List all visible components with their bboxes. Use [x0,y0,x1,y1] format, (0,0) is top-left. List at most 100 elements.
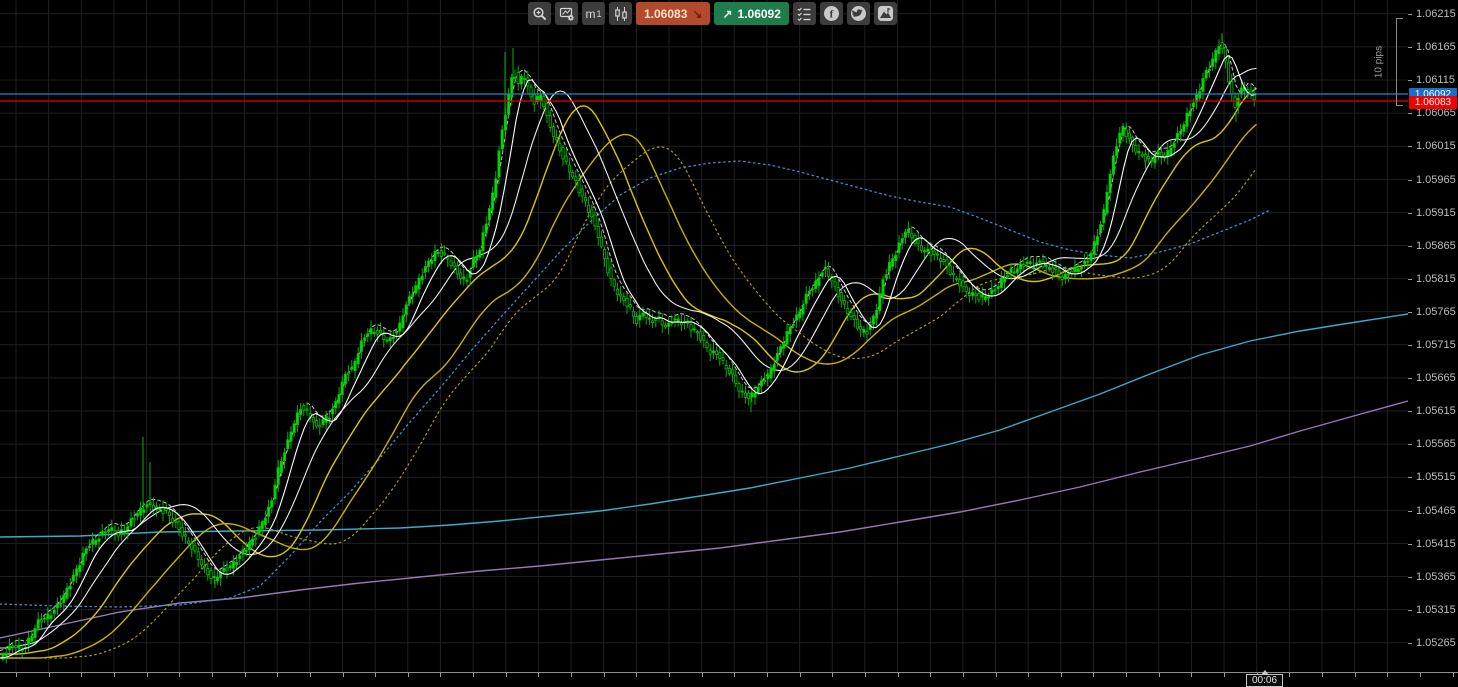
chart-settings-button[interactable] [555,2,578,25]
time-axis-tick [1159,673,1160,677]
time-axis-tick [669,673,670,677]
price-axis-label: 1.05315 [1416,604,1456,616]
magnifier-plus-icon [532,6,548,22]
ma-blue-dotted [0,161,1270,607]
trading-platform-window: 1.062151.061651.061151.060651.060151.059… [0,0,1458,687]
pips-scale-label: 10 pips [1373,46,1384,78]
price-axis-tick [1408,511,1412,512]
svg-text:f: f [830,9,834,21]
price-axis-tick [1408,444,1412,445]
price-axis-tick [1408,577,1412,578]
time-axis-tick [702,673,703,677]
bid-price-marker: 1.06083 [1409,96,1457,109]
ma-white-slow [0,69,1256,649]
time-axis-tick [898,673,899,677]
price-axis-tick [1408,47,1412,48]
price-axis-tick [1408,113,1412,114]
ma-yellow-fast [0,89,1256,654]
buy-price-label: 1.06092 [738,7,781,21]
indicators-button[interactable] [793,2,816,25]
sell-button[interactable]: 1.06083 ↘ [636,2,710,25]
time-axis-tick [1093,673,1094,677]
time-axis-tick [767,673,768,677]
time-axis-line [0,672,1458,673]
time-axis-tick [538,673,539,677]
timeframe-period: 1 [596,9,601,19]
price-axis-tick [1408,643,1412,644]
sell-arrow-icon: ↘ [692,7,702,21]
time-axis-tick [212,673,213,677]
price-axis-label: 1.05965 [1416,174,1456,186]
price-axis-label: 1.05415 [1416,538,1456,550]
time-cursor-caret-icon [1261,670,1269,675]
pips-scale-indicator: 10 pips [1383,18,1403,106]
price-axis-tick [1408,146,1412,147]
chartshot-button[interactable] [874,2,897,25]
price-chart-canvas[interactable] [0,0,1458,687]
candlestick-type-icon [613,6,629,22]
time-axis-tick [179,673,180,677]
price-axis-label: 1.06115 [1416,74,1455,86]
time-axis-tick [1191,673,1192,677]
twitter-icon [850,5,867,22]
time-axis-tick [604,673,605,677]
price-axis-label: 1.05915 [1416,207,1456,219]
timeframe-button[interactable]: m1 [582,2,605,25]
price-axis-tick [1408,279,1412,280]
time-axis-tick [375,673,376,677]
zoom-button[interactable] [528,2,551,25]
time-axis-tick [1355,673,1356,677]
price-axis-label: 1.05715 [1416,339,1456,351]
time-axis-tick [245,673,246,677]
chart-settings-icon [559,6,575,22]
price-axis-label: 1.05865 [1416,240,1456,252]
ma-yellow-slow [0,125,1256,658]
price-axis-label: 1.05815 [1416,273,1456,285]
price-axis-tick [1408,345,1412,346]
price-axis-tick [1408,544,1412,545]
share-facebook-button[interactable]: f [820,2,843,25]
time-axis-tick [832,673,833,677]
time-axis-tick [81,673,82,677]
price-axis-label: 1.05365 [1416,571,1456,583]
time-cursor-label: 00:06 [1246,674,1283,687]
ma-purple-long [0,401,1408,638]
price-axis-label: 1.05265 [1416,637,1456,649]
pips-scale-bracket [1396,18,1403,106]
price-axis-tick [1408,378,1412,379]
time-axis-tick [1289,673,1290,677]
facebook-icon: f [823,5,840,22]
price-axis-label: 1.06015 [1416,140,1456,152]
price-axis-label: 1.05665 [1416,372,1456,384]
sell-price-label: 1.06083 [644,7,687,21]
time-axis-tick [800,673,801,677]
buy-arrow-icon: ↗ [722,7,732,21]
time-axis-tick [1420,673,1421,677]
time-axis-tick [343,673,344,677]
share-twitter-button[interactable] [847,2,870,25]
timeframe-label: m [585,7,595,21]
time-axis-tick [996,673,997,677]
price-axis-tick [1408,246,1412,247]
ma-yellow-dotted [0,147,1256,658]
time-axis-tick [1322,673,1323,677]
time-axis-tick [114,673,115,677]
indicators-list-icon [796,6,812,22]
time-axis-tick [1061,673,1062,677]
price-axis-label: 1.05565 [1416,438,1456,450]
time-axis-tick [408,673,409,677]
time-axis-tick [473,673,474,677]
time-axis-tick [571,673,572,677]
price-axis-tick [1408,477,1412,478]
price-axis-tick [1408,312,1412,313]
time-axis-tick [440,673,441,677]
time-axis-tick [16,673,17,677]
price-axis-tick [1408,213,1412,214]
time-axis-tick [310,673,311,677]
price-axis-label: 1.05515 [1416,471,1456,483]
chart-type-button[interactable] [609,2,632,25]
time-axis-tick [1028,673,1029,677]
time-axis-tick [49,673,50,677]
buy-button[interactable]: ↗ 1.06092 [714,2,788,25]
time-axis-tick [734,673,735,677]
